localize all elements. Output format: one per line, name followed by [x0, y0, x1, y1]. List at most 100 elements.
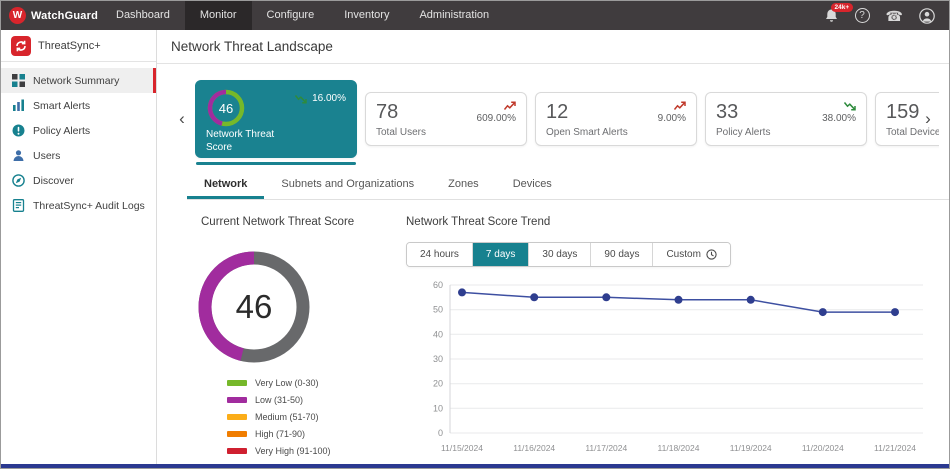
svg-text:50: 50: [433, 305, 443, 315]
sidebar-item-audit-logs[interactable]: ThreatSync+ Audit Logs: [1, 193, 156, 218]
nav-administration[interactable]: Administration: [404, 1, 504, 30]
legend-swatch: [227, 414, 247, 420]
svg-text:60: 60: [433, 280, 443, 290]
legend-label: High (71-90): [255, 429, 306, 439]
trend-down-icon: [295, 94, 307, 104]
trend-down-icon: [844, 102, 856, 111]
range-custom[interactable]: Custom: [653, 243, 730, 266]
grid-icon: [11, 74, 25, 87]
range-90-days[interactable]: 90 days: [591, 243, 654, 266]
section-tabs: Network Subnets and Organizations Zones …: [187, 170, 949, 200]
nav-inventory[interactable]: Inventory: [329, 1, 404, 30]
kpi-card-total-users[interactable]: 78 Total Users 609.00%: [365, 92, 527, 146]
tab-devices[interactable]: Devices: [496, 170, 569, 199]
clock-icon: [706, 249, 717, 260]
nav-configure[interactable]: Configure: [252, 1, 330, 30]
mini-threat-gauge: 46: [206, 88, 246, 128]
range-label: 30 days: [542, 249, 578, 260]
kpi-label: Total Users: [376, 127, 427, 138]
svg-text:11/17/2024: 11/17/2024: [585, 443, 627, 453]
kpi-label: Policy Alerts: [716, 127, 771, 138]
sidebar-item-label: Network Summary: [33, 74, 120, 87]
trend-up-icon: [674, 101, 686, 110]
kpi-delta-value: 38.00%: [822, 113, 856, 124]
sidebar-item-policy-alerts[interactable]: Policy Alerts: [1, 118, 156, 143]
legend-label: Very High (91-100): [255, 446, 331, 456]
svg-text:40: 40: [433, 329, 443, 339]
kpi-card-open-smart-alerts[interactable]: 12 Open Smart Alerts 9.00%: [535, 92, 697, 146]
carousel-prev-button[interactable]: ‹: [171, 72, 193, 166]
notification-badge: 24k+: [830, 3, 854, 12]
current-threat-score-panel: Current Network Threat Score 46 Very Low…: [198, 216, 406, 464]
watchguard-logo[interactable]: W WatchGuard: [9, 7, 101, 24]
kpi-delta: 9.00%: [658, 101, 686, 124]
kpi-delta-value: 9.00%: [657, 113, 686, 124]
sidebar-item-network-summary[interactable]: Network Summary: [1, 68, 156, 93]
help-icon[interactable]: ?: [854, 8, 870, 23]
mini-gauge-value: 46: [218, 100, 234, 116]
legend-swatch: [227, 380, 247, 386]
svg-text:0: 0: [438, 428, 443, 438]
kpi-label: Network Threat Score: [206, 129, 275, 153]
exclamation-icon: [11, 124, 25, 137]
range-7-days[interactable]: 7 days: [472, 243, 530, 266]
threat-score-gauge: 46: [195, 248, 313, 366]
range-24-hours[interactable]: 24 hours: [407, 243, 473, 266]
tab-zones[interactable]: Zones: [431, 170, 496, 199]
legend-swatch: [227, 397, 247, 403]
sidebar-item-discover[interactable]: Discover: [1, 168, 156, 193]
legend-item: Very High (91-100): [227, 446, 406, 456]
sidebar: ThreatSync+ Network Summary Smart Alerts…: [1, 30, 157, 464]
carousel-next-button[interactable]: ›: [917, 72, 939, 166]
topbar-actions: 24k+ ? ☎: [824, 3, 949, 24]
top-nav: Dashboard Monitor Configure Inventory Ad…: [101, 1, 504, 30]
kpi-delta: 16.00%: [295, 93, 346, 104]
tab-subnets-and-organizations[interactable]: Subnets and Organizations: [264, 170, 431, 199]
kpi-label: Open Smart Alerts: [546, 127, 628, 138]
legend-item: Medium (51-70): [227, 412, 406, 422]
range-label: Custom: [666, 249, 701, 260]
dashboard-content: Current Network Threat Score 46 Very Low…: [171, 200, 939, 464]
kpi-cards: 46 16.00% Network Threat Score 78 Total …: [195, 72, 939, 166]
notifications-bell-icon[interactable]: 24k+: [824, 3, 854, 23]
legend-label: Very Low (0-30): [255, 378, 319, 388]
gauge-title: Current Network Threat Score: [201, 216, 355, 228]
kpi-delta-value: 609.00%: [476, 113, 516, 124]
question-mark-icon: ?: [854, 8, 870, 23]
legend-swatch: [227, 431, 247, 437]
nav-dashboard[interactable]: Dashboard: [101, 1, 185, 30]
page-title: Network Threat Landscape: [171, 39, 333, 54]
time-range-selector: 24 hours 7 days 30 days 90 days Custom: [406, 242, 731, 267]
kpi-card-network-threat-score[interactable]: 46 16.00% Network Threat Score: [195, 80, 357, 165]
sidebar-item-label: Smart Alerts: [33, 99, 91, 112]
kpi-delta: 609.00%: [477, 101, 516, 124]
svg-text:11/20/2024: 11/20/2024: [802, 443, 844, 453]
account-icon[interactable]: [919, 7, 935, 24]
sidebar-item-users[interactable]: Users: [1, 143, 156, 168]
svg-text:30: 30: [433, 354, 443, 364]
sidebar-item-label: Policy Alerts: [33, 124, 91, 137]
sidebar-item-label: Users: [33, 149, 61, 162]
range-30-days[interactable]: 30 days: [529, 243, 592, 266]
person-icon: [11, 149, 25, 162]
svg-text:11/15/2024: 11/15/2024: [441, 443, 483, 453]
tab-network[interactable]: Network: [187, 170, 265, 199]
legend-label: Medium (51-70): [255, 412, 319, 422]
main-content: Network Threat Landscape ‹ 46 16.00% Net…: [157, 30, 949, 464]
nav-monitor[interactable]: Monitor: [184, 1, 252, 30]
page-header: Network Threat Landscape: [157, 30, 949, 64]
legend-item: High (71-90): [227, 429, 406, 439]
kpi-delta: 38.00%: [822, 101, 856, 124]
phone-icon[interactable]: ☎: [886, 9, 903, 23]
legend-label: Low (31-50): [255, 395, 304, 405]
watchguard-logo-icon: W: [9, 7, 26, 24]
legend-item: Low (31-50): [227, 395, 406, 405]
user-avatar-icon: [919, 7, 935, 24]
telephone-glyph: ☎: [885, 7, 903, 24]
sidebar-item-smart-alerts[interactable]: Smart Alerts: [1, 93, 156, 118]
threatsync-logo-icon: [11, 35, 31, 56]
kpi-card-policy-alerts[interactable]: 33 Policy Alerts 38.00%: [705, 92, 867, 146]
trend-title: Network Threat Score Trend: [406, 216, 551, 228]
document-icon: [11, 199, 25, 212]
compass-icon: [11, 174, 25, 187]
